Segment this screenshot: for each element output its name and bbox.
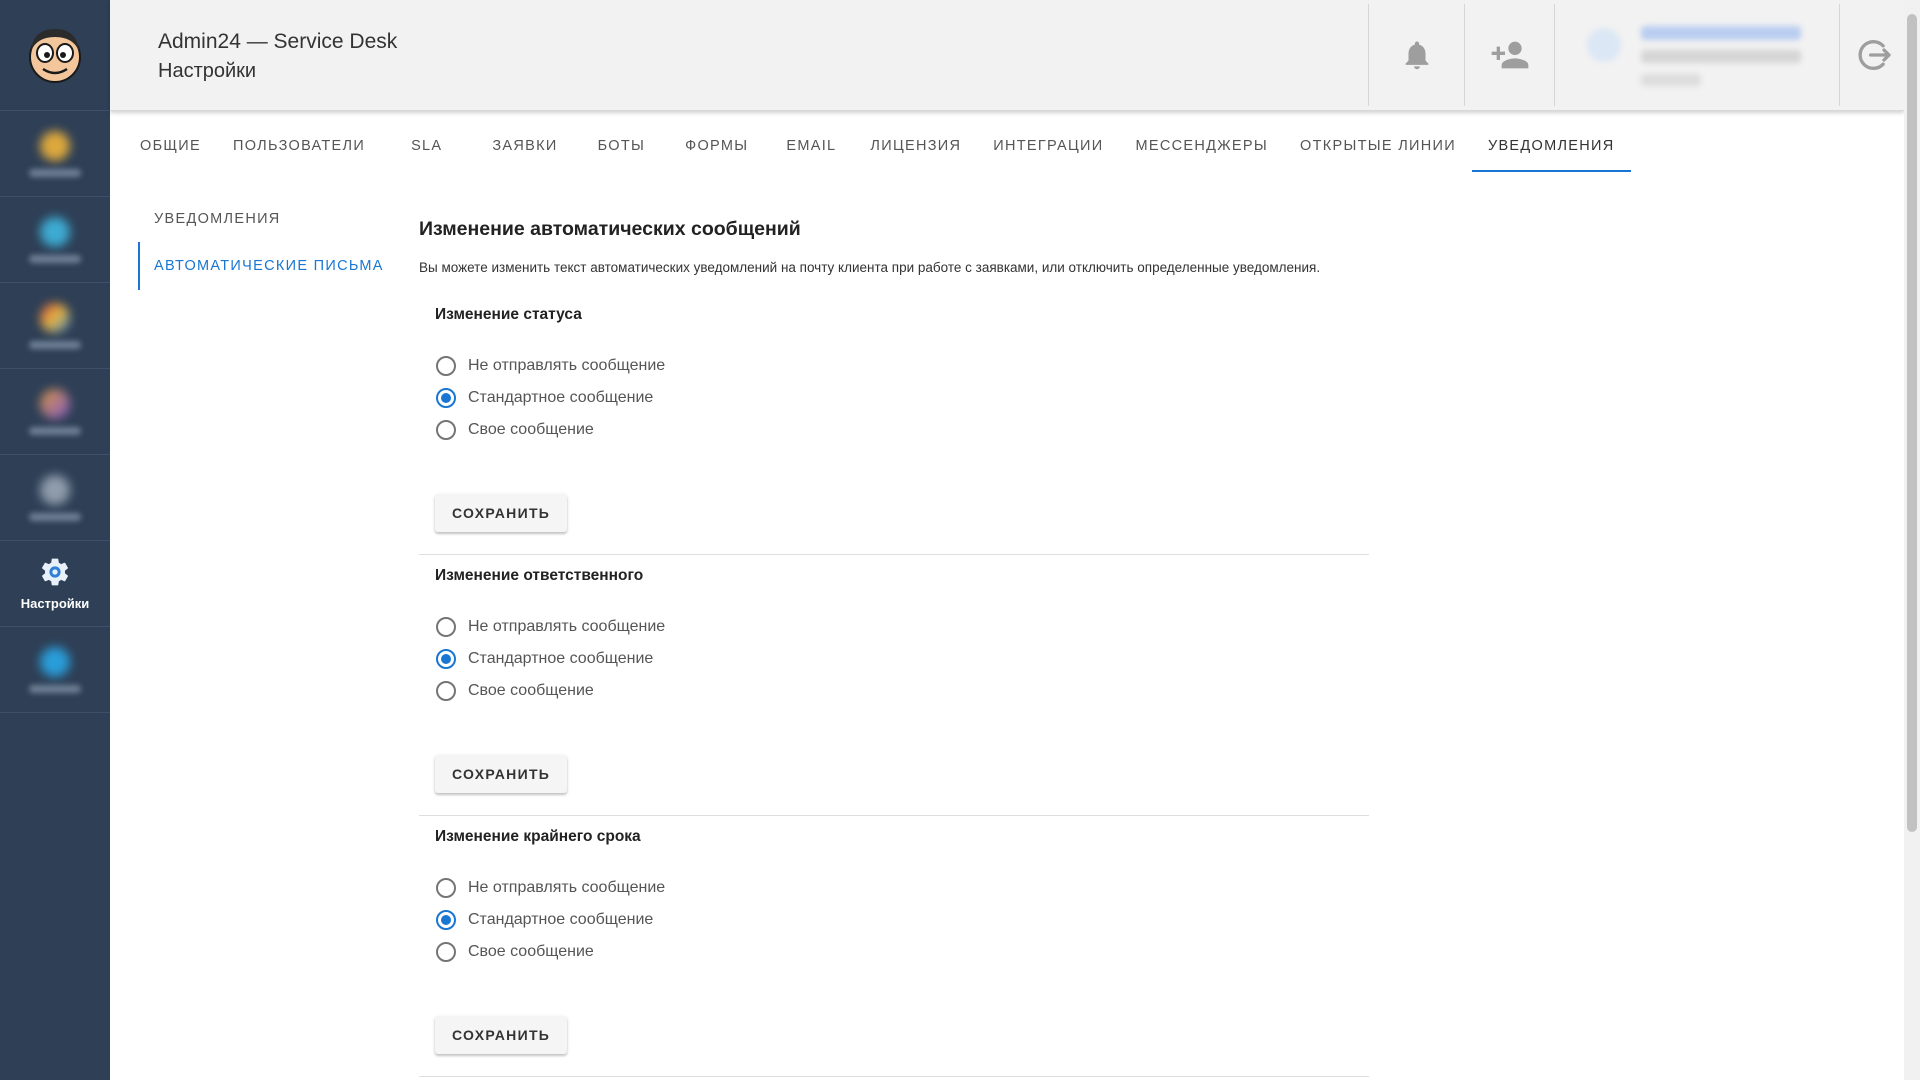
radio-label: Стандартное сообщение [468,650,654,667]
tab-sla[interactable]: SLA [381,124,472,172]
radio-option-no-send[interactable]: Не отправлять сообщение [436,611,665,643]
sidebar-item-module-7[interactable] [0,627,110,713]
page-description: Вы можете изменить текст автоматических … [419,260,1321,275]
tab-messengers[interactable]: Мессенджеры [1119,124,1284,172]
radio-group: Не отправлять сообщение Стандартное сооб… [436,872,665,968]
blurred-module-icon-3 [40,302,70,333]
radio-button-selected[interactable] [436,910,456,930]
blurred-module-icon-5 [40,474,70,505]
page-heading: Изменение автоматических сообщений [419,218,801,240]
logout-icon [1858,40,1891,70]
app-title: Admin24 — Service Desk [158,30,398,53]
status-change-section: Изменение статуса Не отправлять сообщени… [419,294,1369,555]
radio-button-selected[interactable] [436,649,456,669]
scrollbar-thumb[interactable] [1907,14,1917,832]
radio-option-no-send[interactable]: Не отправлять сообщение [436,872,665,904]
radio-option-custom[interactable]: Свое сообщение [436,936,665,968]
radio-option-standard[interactable]: Стандартное сообщение [436,382,665,414]
blurred-module-icon-2 [40,216,70,247]
settings-tabs: Общие Пользователи SLA Заявки Боты Формы… [124,124,1631,172]
tab-notifications[interactable]: Уведомления [1471,124,1631,172]
page-title: Настройки [158,60,257,82]
sidebar-item-label [29,254,81,263]
subnav-item-auto-emails[interactable]: Автоматические письма [138,242,388,290]
sidebar-item-settings[interactable]: Настройки [0,541,110,627]
radio-label: Свое сообщение [468,682,594,699]
radio-button[interactable] [436,617,456,637]
left-sidebar: Настройки [0,0,110,1080]
radio-option-standard[interactable]: Стандартное сообщение [436,643,665,675]
sidebar-item-label [29,684,81,693]
tab-integrations[interactable]: Интеграции [977,124,1119,172]
notifications-button[interactable] [1368,4,1464,106]
logout-button[interactable] [1840,4,1908,106]
tab-general[interactable]: Общие [124,124,217,172]
radio-label: Стандартное сообщение [468,911,654,928]
sidebar-item-module-4[interactable] [0,369,110,455]
subnav-item-notifications[interactable]: Уведомления [138,196,388,242]
mascot-logo-icon [29,29,81,83]
radio-label: Свое сообщение [468,943,594,960]
section-title: Изменение крайнего срока [435,828,641,845]
radio-option-custom[interactable]: Свое сообщение [436,414,665,446]
radio-button[interactable] [436,942,456,962]
radio-button[interactable] [436,420,456,440]
radio-group: Не отправлять сообщение Стандартное сооб… [436,611,665,707]
radio-button[interactable] [436,878,456,898]
gear-icon [42,558,68,586]
save-button[interactable]: Сохранить [435,1016,568,1054]
add-user-icon [1491,41,1528,69]
sidebar-item-module-2[interactable] [0,197,110,283]
tab-users[interactable]: Пользователи [217,124,381,172]
bell-icon [1405,41,1428,70]
radio-label: Свое сообщение [468,421,594,438]
radio-option-standard[interactable]: Стандартное сообщение [436,904,665,936]
sidebar-item-label [29,426,81,435]
save-button[interactable]: Сохранить [435,494,568,532]
tab-bots[interactable]: Боты [578,124,666,172]
radio-option-custom[interactable]: Свое сообщение [436,675,665,707]
radio-label: Не отправлять сообщение [468,879,666,896]
tab-license[interactable]: Лицензия [854,124,977,172]
tab-email[interactable]: Email [768,124,854,172]
user-id [1641,74,1701,86]
blurred-module-icon-4 [40,388,70,419]
sidebar-item-label: Настройки [20,596,90,611]
deadline-change-section: Изменение крайнего срока Не отправлять с… [419,816,1369,1077]
sidebar-item-module-3[interactable] [0,283,110,369]
sidebar-item-module-5[interactable] [0,455,110,541]
save-button[interactable]: Сохранить [435,755,568,793]
add-user-button[interactable] [1464,4,1554,106]
sidebar-item-label [29,512,81,521]
user-name [1641,26,1801,40]
page-scrollbar[interactable] [1904,0,1920,1080]
tab-open-lines[interactable]: Открытые линии [1284,124,1472,172]
tab-forms[interactable]: Формы [665,124,768,172]
notifications-subnav: Уведомления Автоматические письма [138,196,388,290]
section-title: Изменение статуса [435,306,582,323]
radio-label: Не отправлять сообщение [468,357,666,374]
top-header: Admin24 — Service Desk Настройки [110,0,1904,111]
sidebar-item-label [29,168,81,177]
user-email [1641,50,1801,63]
radio-button[interactable] [436,356,456,376]
tab-tickets[interactable]: Заявки [472,124,577,172]
radio-button[interactable] [436,681,456,701]
main-content: Изменение автоматических сообщений Вы мо… [419,212,1369,1077]
assignee-change-section: Изменение ответственного Не отправлять с… [419,555,1369,816]
radio-option-no-send[interactable]: Не отправлять сообщение [436,350,665,382]
sidebar-item-label [29,340,81,349]
radio-button-selected[interactable] [436,388,456,408]
radio-group: Не отправлять сообщение Стандартное сооб… [436,350,665,446]
avatar [1587,28,1621,62]
user-profile[interactable] [1554,4,1840,106]
radio-label: Не отправлять сообщение [468,618,666,635]
sidebar-item-module-1[interactable] [0,111,110,197]
blurred-module-icon-1 [40,130,70,161]
section-title: Изменение ответственного [435,567,644,584]
app-logo[interactable] [0,0,110,111]
radio-label: Стандартное сообщение [468,389,654,406]
blurred-module-icon-7 [40,646,70,677]
